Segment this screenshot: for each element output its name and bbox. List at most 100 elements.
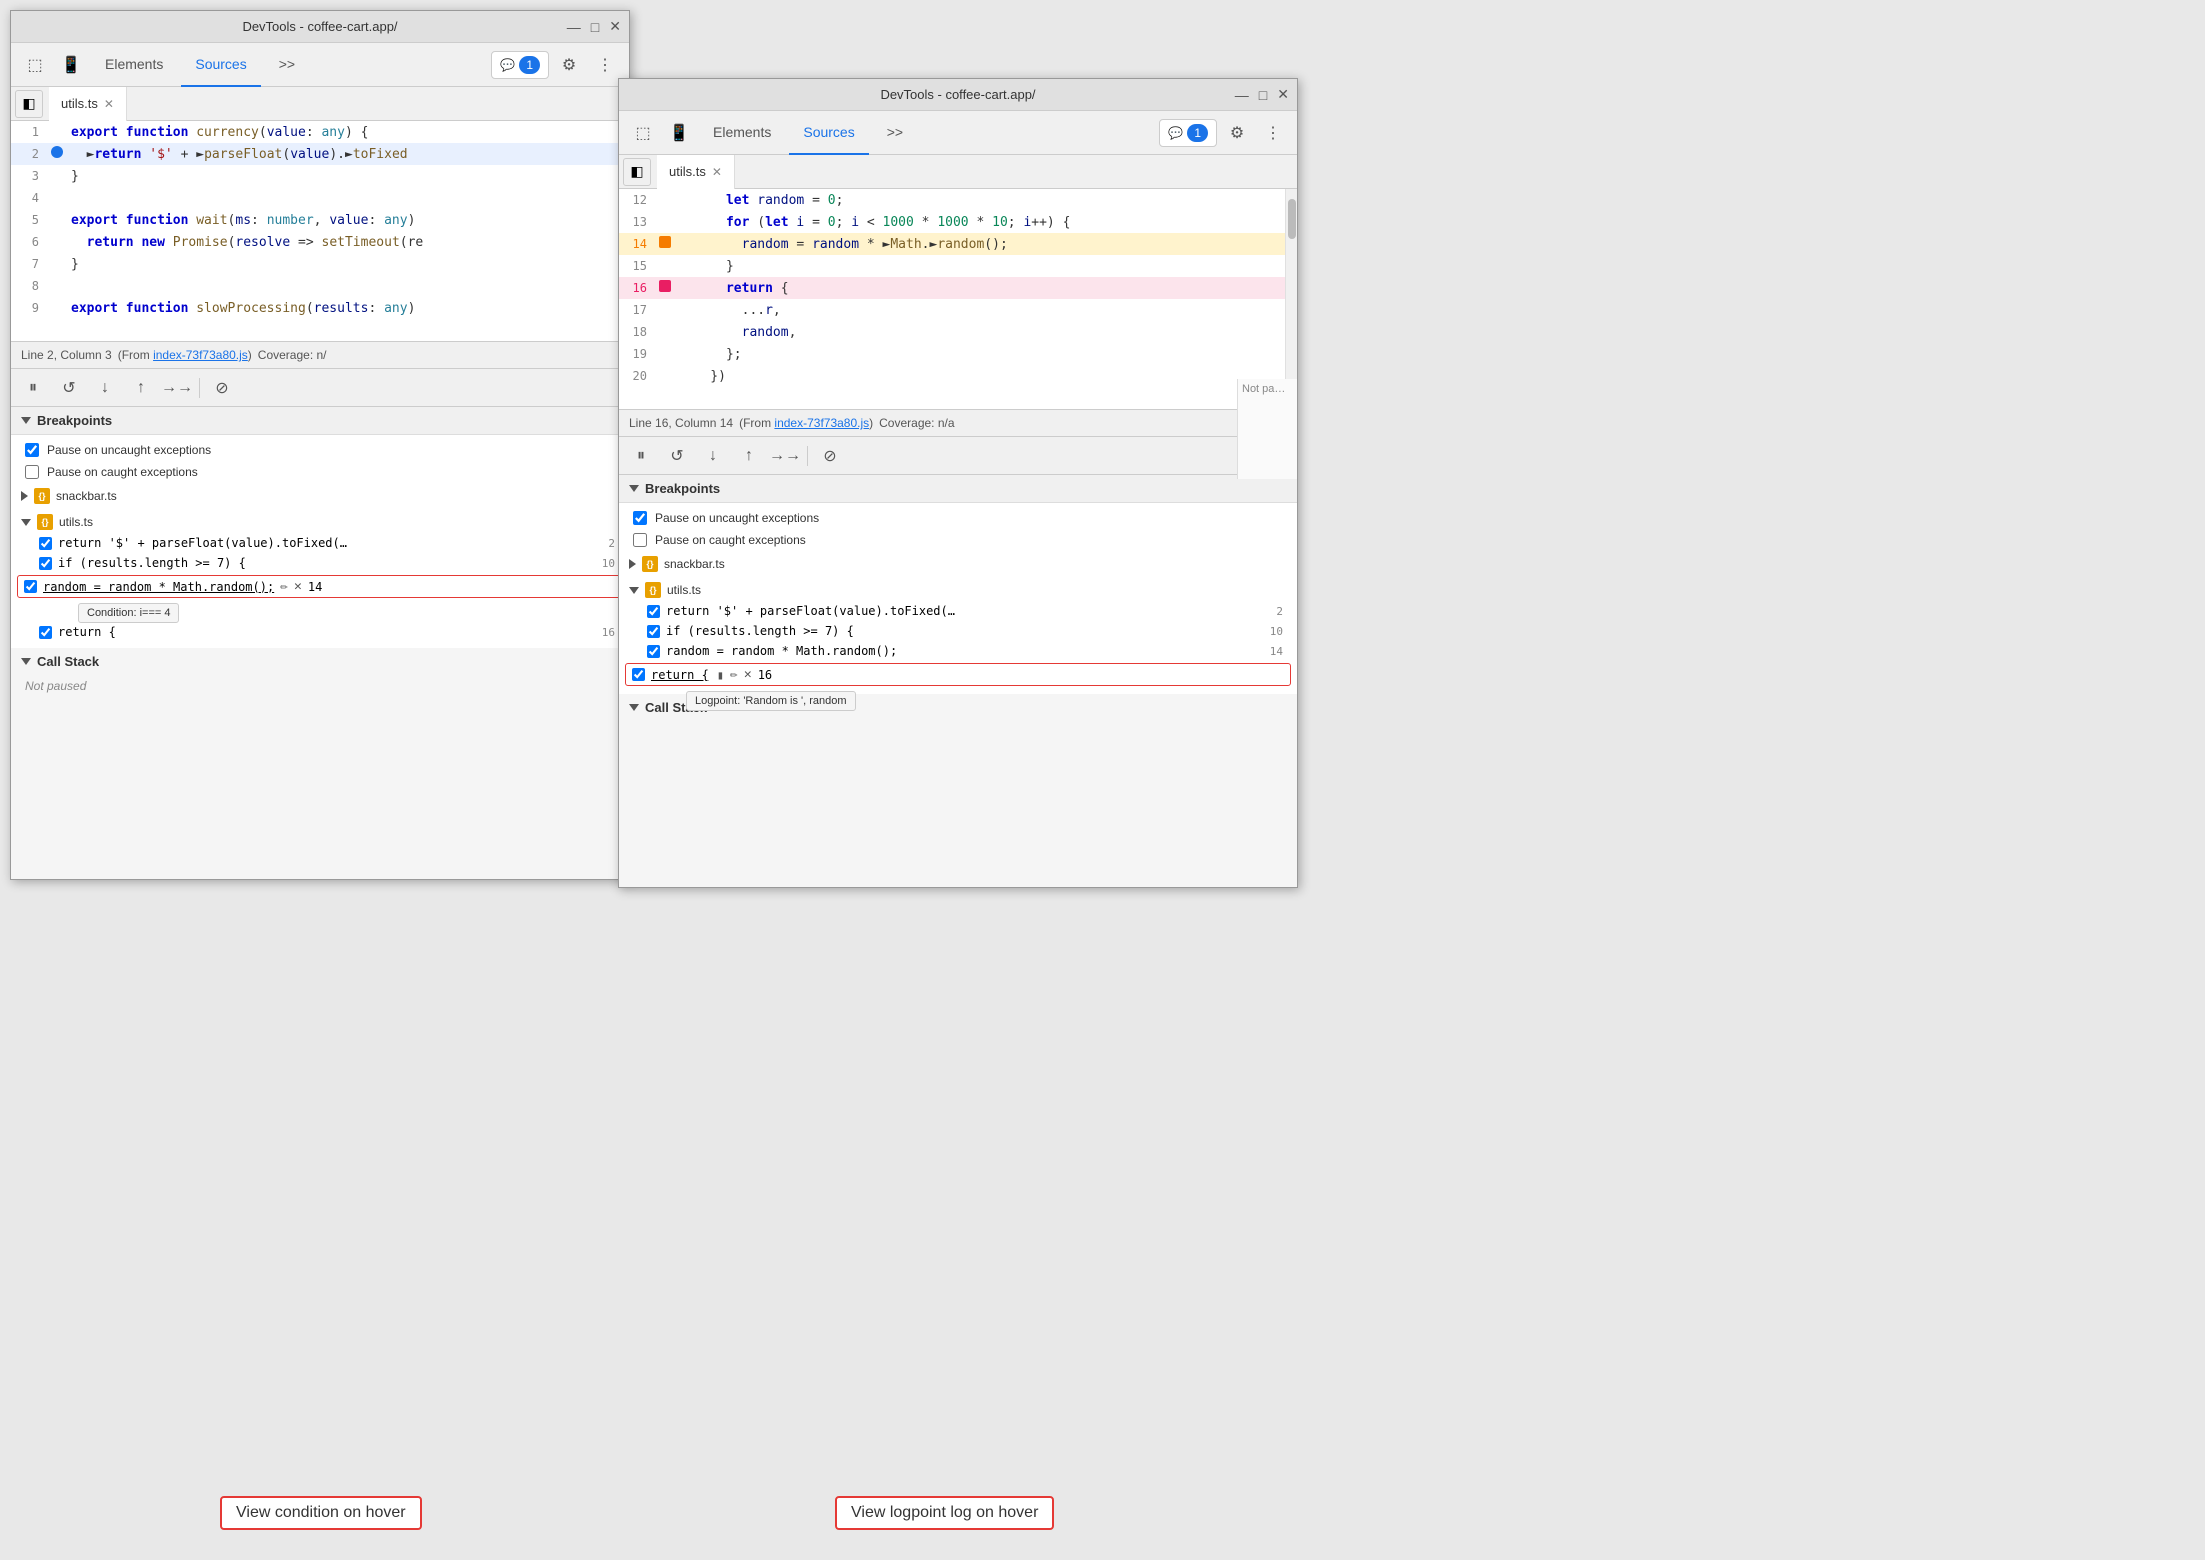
tab-sources-1[interactable]: Sources	[181, 43, 260, 87]
comment-button-1[interactable]: 💬 1	[491, 51, 549, 79]
bp-delete-icon-2[interactable]: ✕	[744, 667, 752, 682]
deactivate-btn-1[interactable]: ⊘	[208, 374, 236, 402]
debug-toolbar-1: ⏸ ↺ ↓ ↑ →→ ⊘	[11, 369, 629, 407]
pause-caught-row-2[interactable]: Pause on caught exceptions	[619, 529, 1297, 551]
file-tab-close-1[interactable]: ✕	[104, 97, 114, 111]
code-editor-2[interactable]: 12 let random = 0; 13 for (let i = 0; i …	[619, 189, 1285, 409]
sidebar-toggle-1[interactable]: ◧	[15, 90, 43, 118]
continue-btn-1[interactable]: →→	[163, 374, 191, 402]
step-over-btn-1[interactable]: ↺	[55, 374, 83, 402]
bp-entry-2-3[interactable]: random = random * Math.random(); 14	[619, 641, 1297, 661]
step-over-btn-2[interactable]: ↺	[663, 442, 691, 470]
status-bar-2: Line 16, Column 14 (From index-73f73a80.…	[619, 409, 1297, 437]
source-link-1[interactable]: index-73f73a80.js	[153, 348, 248, 362]
more-icon-2[interactable]: ⋮	[1257, 117, 1289, 149]
bp-entry-1-2[interactable]: if (results.length >= 7) { 10	[11, 553, 629, 573]
bp-check-1-1[interactable]	[39, 537, 52, 550]
source-map-2: (From index-73f73a80.js)	[739, 416, 873, 430]
file-tab-utils-1[interactable]: utils.ts ✕	[49, 87, 127, 121]
pause-caught-check-2[interactable]	[633, 533, 647, 547]
bp-check-2-3[interactable]	[647, 645, 660, 658]
device-icon-2[interactable]: 📱	[663, 117, 695, 149]
bp-cursor-2: ▮	[717, 668, 724, 682]
bp-entry-2-2[interactable]: if (results.length >= 7) { 10	[619, 621, 1297, 641]
settings-icon-1[interactable]: ⚙	[553, 49, 585, 81]
snackbar-filename-1: snackbar.ts	[56, 489, 117, 503]
pause-uncaught-check-2[interactable]	[633, 511, 647, 525]
maximize-icon[interactable]: □	[591, 19, 599, 35]
bp-inline-row-1: random = random * Math.random(); ✏ ✕ 14	[24, 579, 616, 594]
pause-uncaught-check-1[interactable]	[25, 443, 39, 457]
bp-entry-selected-1[interactable]: random = random * Math.random(); ✏ ✕ 14 …	[17, 575, 623, 598]
breakpoints-header-1[interactable]: Breakpoints	[11, 407, 629, 435]
minimize-icon[interactable]: —	[567, 19, 581, 35]
step-into-btn-2[interactable]: ↓	[699, 442, 727, 470]
breakpoints-header-2[interactable]: Breakpoints	[619, 475, 1297, 503]
file-tab-close-2[interactable]: ✕	[712, 165, 722, 179]
bp-entry-2-1[interactable]: return '$' + parseFloat(value).toFixed(……	[619, 601, 1297, 621]
comment-badge-1: 1	[519, 56, 540, 74]
sidebar-toggle-2[interactable]: ◧	[623, 158, 651, 186]
step-out-btn-1[interactable]: ↑	[127, 374, 155, 402]
deactivate-btn-2[interactable]: ⊘	[816, 442, 844, 470]
tab-elements-2[interactable]: Elements	[699, 111, 785, 155]
pause-btn-2[interactable]: ⏸	[627, 442, 655, 470]
code-line-1: 1 export function currency(value: any) {	[11, 121, 629, 143]
tab-elements-1[interactable]: Elements	[91, 43, 177, 87]
bp-check-selected-2[interactable]	[632, 668, 645, 681]
tab-sources-2[interactable]: Sources	[789, 111, 868, 155]
scrollbar-2[interactable]	[1285, 189, 1297, 409]
bp-check-selected-1[interactable]	[24, 580, 37, 593]
more-icon-1[interactable]: ⋮	[589, 49, 621, 81]
tab-more-2[interactable]: >>	[873, 111, 917, 155]
inspect-icon[interactable]: ⬚	[19, 49, 51, 81]
comment-button-2[interactable]: 💬 1	[1159, 119, 1217, 147]
inspect-icon-2[interactable]: ⬚	[627, 117, 659, 149]
snackbar-icon-1: {}	[34, 488, 50, 504]
breakpoints-content-2: Pause on uncaught exceptions Pause on ca…	[619, 503, 1297, 694]
continue-btn-2[interactable]: →→	[771, 442, 799, 470]
maximize-icon-2[interactable]: □	[1259, 87, 1267, 103]
utils-filename-2: utils.ts	[667, 583, 701, 597]
logpoint-tooltip-2: Logpoint: 'Random is ', random	[686, 691, 856, 711]
bp-entry-1-1[interactable]: return '$' + parseFloat(value).toFixed(……	[11, 533, 629, 553]
bp-check-2-2[interactable]	[647, 625, 660, 638]
bp-entry-selected-2[interactable]: return { ▮ ✏ ✕ 16 Logpoint: 'Random is '…	[625, 663, 1291, 686]
pause-caught-row-1[interactable]: Pause on caught exceptions	[11, 461, 629, 483]
bp-check-1-2[interactable]	[39, 557, 52, 570]
breakpoints-label-1: Breakpoints	[37, 413, 112, 428]
file-tab-utils-2[interactable]: utils.ts ✕	[657, 155, 735, 189]
tab-more-1[interactable]: >>	[265, 43, 309, 87]
bp-file-snackbar-header-2[interactable]: {} snackbar.ts	[619, 553, 1297, 575]
scrollbar-thumb-2[interactable]	[1288, 199, 1296, 239]
pause-uncaught-row-1[interactable]: Pause on uncaught exceptions	[11, 439, 629, 461]
device-icon[interactable]: 📱	[55, 49, 87, 81]
close-icon[interactable]: ✕	[609, 18, 621, 35]
bp-edit-icon-2[interactable]: ✏	[730, 667, 738, 682]
window-title-2: DevTools - coffee-cart.app/	[880, 87, 1035, 102]
code-editor-1[interactable]: 1 export function currency(value: any) {…	[11, 121, 629, 341]
close-icon-2[interactable]: ✕	[1277, 86, 1289, 103]
call-stack-header-1[interactable]: Call Stack	[11, 648, 629, 675]
pause-uncaught-row-2[interactable]: Pause on uncaught exceptions	[619, 507, 1297, 529]
utils-chevron-2	[629, 587, 639, 594]
pause-caught-check-1[interactable]	[25, 465, 39, 479]
bp-entry-1-4[interactable]: return { 16	[11, 622, 629, 642]
step-into-btn-1[interactable]: ↓	[91, 374, 119, 402]
window-title-1: DevTools - coffee-cart.app/	[242, 19, 397, 34]
minimize-icon-2[interactable]: —	[1235, 87, 1249, 103]
bp-file-utils-header-2[interactable]: {} utils.ts	[619, 579, 1297, 601]
snackbar-chevron-1	[21, 491, 28, 501]
code-line-2-16: 16 return {	[619, 277, 1285, 299]
bp-check-1-4[interactable]	[39, 626, 52, 639]
step-out-btn-2[interactable]: ↑	[735, 442, 763, 470]
bp-file-snackbar-header-1[interactable]: {} snackbar.ts	[11, 485, 629, 507]
settings-icon-2[interactable]: ⚙	[1221, 117, 1253, 149]
bp-delete-icon-1[interactable]: ✕	[294, 579, 302, 594]
pause-btn-1[interactable]: ⏸	[19, 374, 47, 402]
code-area-container-2: 12 let random = 0; 13 for (let i = 0; i …	[619, 189, 1297, 409]
bp-check-2-1[interactable]	[647, 605, 660, 618]
source-link-2[interactable]: index-73f73a80.js	[774, 416, 869, 430]
bp-edit-icon-1[interactable]: ✏	[280, 579, 288, 594]
bp-file-utils-header-1[interactable]: {} utils.ts	[11, 511, 629, 533]
